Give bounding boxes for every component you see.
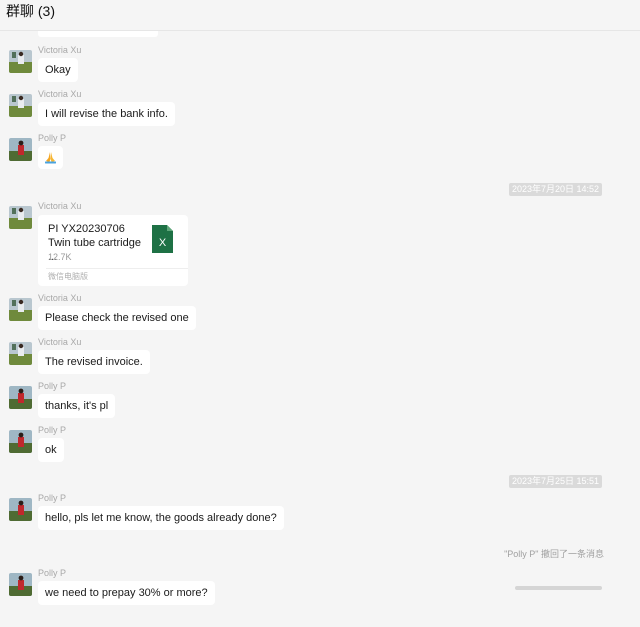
message-bubble[interactable]: Please check the revised one bbox=[38, 306, 196, 330]
victoria-avatar[interactable] bbox=[9, 94, 32, 117]
title-bar: 群聊 (3) bbox=[0, 0, 640, 31]
victoria-avatar[interactable] bbox=[9, 50, 32, 73]
file-attachment-card[interactable]: PI YX20230706 Twin tube cartridge ... X … bbox=[38, 215, 188, 286]
message-bubble[interactable]: hello, pls let me know, the goods alread… bbox=[38, 506, 284, 530]
scroll-indicator[interactable] bbox=[515, 586, 602, 590]
excel-letter: X bbox=[159, 237, 167, 249]
victoria-avatar[interactable] bbox=[9, 206, 32, 229]
sender-name: Victoria Xu bbox=[38, 89, 82, 99]
sender-name: Victoria Xu bbox=[38, 337, 82, 347]
pray-emoji-icon bbox=[45, 152, 56, 164]
sender-name: Polly P bbox=[38, 381, 67, 391]
timestamp-divider: 2023年7月20日 14:52 bbox=[508, 183, 602, 196]
timestamp-divider: 2023年7月25日 15:51 bbox=[508, 475, 602, 488]
victoria-avatar[interactable] bbox=[9, 298, 32, 321]
chat-history[interactable]: Victoria Xu Okay Victoria Xu I will revi… bbox=[0, 31, 640, 627]
sender-name: Polly P bbox=[38, 133, 67, 143]
message-bubble[interactable]: Okay bbox=[38, 58, 78, 82]
polly-avatar[interactable] bbox=[9, 138, 32, 161]
file-size: 12.7K bbox=[48, 252, 72, 262]
message-bubble[interactable]: thanks, it's pl bbox=[38, 394, 116, 418]
chat-title: 群聊 (3) bbox=[6, 3, 55, 19]
sender-name: Polly P bbox=[38, 493, 67, 503]
polly-avatar[interactable] bbox=[9, 573, 32, 596]
message-bubble[interactable]: we need to prepay 30% or more? bbox=[38, 581, 215, 605]
partial-message-bubble[interactable] bbox=[38, 31, 158, 37]
sender-name: Polly P bbox=[38, 425, 67, 435]
sender-name: Victoria Xu bbox=[38, 201, 82, 211]
victoria-avatar[interactable] bbox=[9, 342, 32, 365]
message-bubble[interactable]: I will revise the bank info. bbox=[38, 102, 175, 126]
sender-name: Victoria Xu bbox=[38, 293, 82, 303]
recall-notice: "Polly P" 撤回了一条消息 bbox=[504, 549, 604, 559]
polly-avatar[interactable] bbox=[9, 386, 32, 409]
polly-avatar[interactable] bbox=[9, 430, 32, 453]
message-bubble[interactable] bbox=[38, 146, 63, 169]
excel-file-icon: X bbox=[152, 225, 173, 253]
file-source-label: 微信电脑版 bbox=[48, 272, 88, 281]
message-bubble[interactable]: ok bbox=[38, 438, 64, 462]
message-bubble[interactable]: The revised invoice. bbox=[38, 350, 150, 374]
polly-avatar[interactable] bbox=[9, 498, 32, 521]
divider bbox=[46, 268, 188, 269]
sender-name: Victoria Xu bbox=[38, 45, 82, 55]
sender-name: Polly P bbox=[38, 568, 67, 578]
